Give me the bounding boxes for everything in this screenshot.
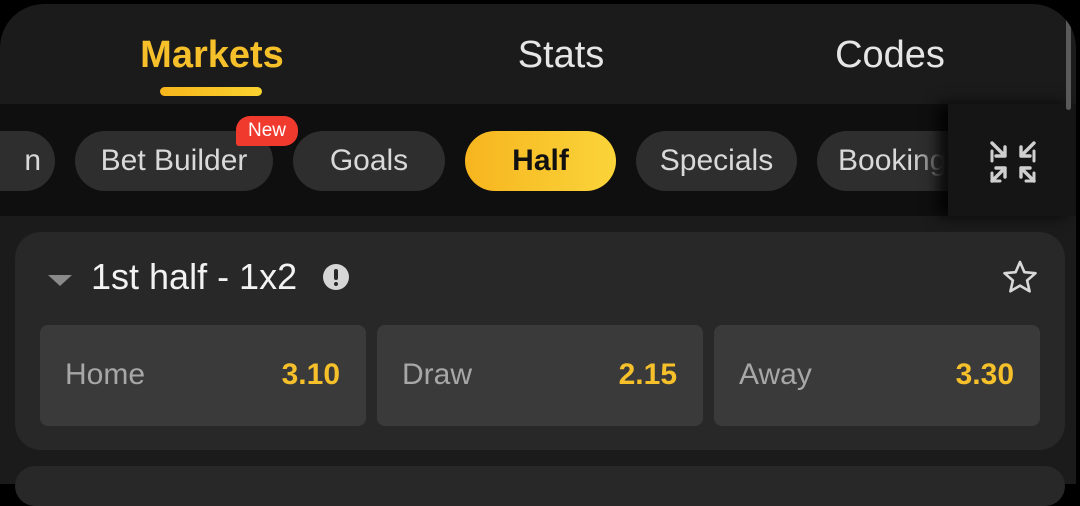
chip-specials[interactable]: Specials xyxy=(636,131,797,191)
chip-label: Bet Builder xyxy=(100,144,248,177)
odd-draw-button[interactable]: Draw 2.15 xyxy=(377,325,703,426)
tab-stats[interactable]: Stats xyxy=(518,34,605,77)
next-market-card xyxy=(15,466,1065,506)
chip-label: Goals xyxy=(329,144,409,177)
outcome-odds: 2.15 xyxy=(618,358,677,391)
chip-goals[interactable]: Goals xyxy=(293,131,445,191)
odd-away-button[interactable]: Away 3.30 xyxy=(714,325,1040,426)
chip-label: Specials xyxy=(659,144,774,177)
caret-down-icon[interactable] xyxy=(48,275,72,286)
market-card: 1st half - 1x2 Home 3.10 Draw 2.15 Away … xyxy=(15,232,1065,450)
tab-codes[interactable]: Codes xyxy=(835,34,945,77)
chip-label: n xyxy=(24,144,41,177)
collapse-button[interactable] xyxy=(948,104,1076,216)
active-tab-indicator xyxy=(160,87,262,96)
outcome-label: Home xyxy=(65,358,146,391)
chip-half[interactable]: Half xyxy=(465,131,616,191)
odd-home-button[interactable]: Home 3.10 xyxy=(40,325,366,426)
tab-markets[interactable]: Markets xyxy=(140,34,284,77)
market-title: 1st half - 1x2 xyxy=(91,256,298,297)
chip-label: Booking xyxy=(838,144,947,177)
tab-bar: Markets Stats Codes xyxy=(0,4,1076,104)
scrollbar[interactable] xyxy=(1066,8,1071,110)
market-filter-row: n Bet Builder New Goals Half Specials Bo… xyxy=(0,104,1076,216)
collapse-arrows-icon xyxy=(990,141,1036,183)
outcome-odds: 3.10 xyxy=(281,358,340,391)
chip-label: Half xyxy=(512,144,569,177)
outcome-label: Draw xyxy=(402,358,473,391)
outcome-label: Away xyxy=(739,358,812,391)
star-icon[interactable] xyxy=(1002,260,1038,294)
info-icon[interactable] xyxy=(323,264,349,290)
new-badge: New xyxy=(236,116,298,146)
outcome-odds: 3.30 xyxy=(955,358,1014,391)
chip-previous[interactable]: n xyxy=(0,131,55,191)
